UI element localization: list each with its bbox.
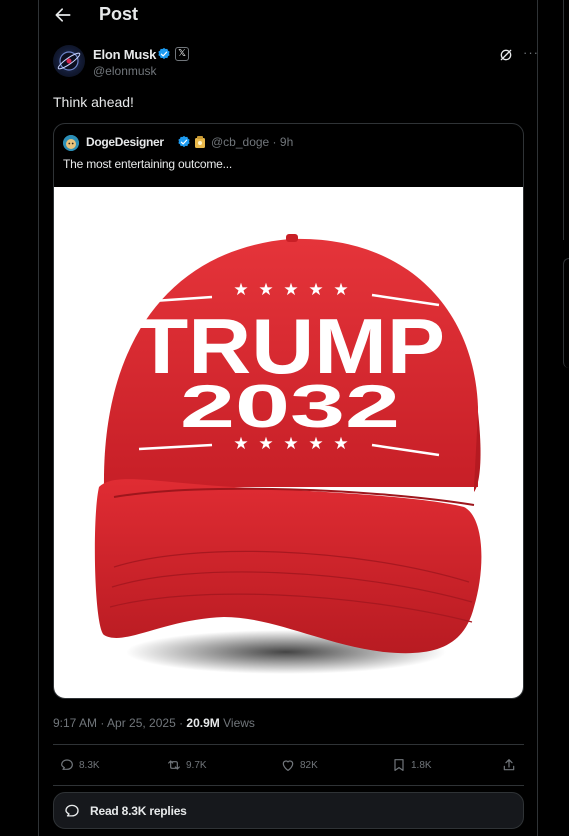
share-button[interactable] [501, 757, 517, 773]
repost-count: 9.7K [186, 759, 207, 771]
svg-text:★: ★ [233, 280, 248, 300]
post-timestamp[interactable]: 9:17 AM · Apr 25, 2025 · [53, 716, 186, 730]
author-handle[interactable]: @elonmusk [93, 64, 157, 78]
svg-text:★: ★ [333, 280, 348, 300]
svg-text:★: ★ [308, 280, 323, 300]
verified-badge-icon [158, 47, 170, 60]
post-meta: 9:17 AM · Apr 25, 2025 · 20.9M Views [53, 716, 255, 730]
quoted-author-name: DogeDesigner [86, 135, 164, 149]
grok-icon[interactable] [498, 47, 514, 63]
reply-button[interactable]: 8.3K [59, 757, 100, 773]
views-count: 20.9M [186, 716, 220, 730]
bookmark-icon [394, 759, 404, 771]
like-button[interactable]: 82K [280, 757, 318, 773]
divider [53, 744, 524, 745]
repost-icon [168, 760, 180, 770]
quoted-post-header: DogeDesigner @cb_doge · 9h [63, 134, 503, 152]
right-panel-edge [563, 0, 569, 240]
quoted-author-avatar [63, 135, 79, 151]
hat-text-line2: 2032 [180, 373, 400, 440]
avatar-image-icon [57, 51, 81, 71]
post-text: Think ahead! [53, 94, 134, 110]
author-avatar[interactable] [53, 45, 85, 77]
svg-text:★: ★ [258, 280, 273, 300]
red-hat-image: ★ ★ ★ ★ ★ ★ ★ ★ ★ ★ TRUMP 2032 [94, 234, 482, 674]
quoted-verified-badge-icon [178, 135, 190, 148]
bookmark-count: 1.8K [411, 759, 432, 771]
like-count: 82K [300, 759, 318, 771]
page-title: Post [99, 4, 139, 24]
read-replies-button[interactable]: Read 8.3K replies [53, 792, 524, 829]
like-icon [282, 760, 294, 771]
quoted-post-text: The most entertaining outcome... [63, 157, 233, 171]
quoted-post[interactable]: DogeDesigner @cb_doge · 9h The most ente… [53, 123, 524, 699]
reply-icon [61, 759, 73, 770]
back-arrow-icon[interactable] [53, 5, 73, 25]
reply-count: 8.3K [79, 759, 100, 771]
views-label: Views [219, 716, 255, 730]
replies-bubble-icon [65, 804, 79, 817]
more-icon[interactable]: ··· [523, 45, 539, 60]
quoted-post-image[interactable]: ★ ★ ★ ★ ★ ★ ★ ★ ★ ★ TRUMP 2032 [54, 187, 523, 698]
quoted-affiliate-emoji-icon [195, 136, 205, 148]
affiliate-x-badge[interactable]: 𝕏 [175, 47, 189, 61]
divider [53, 785, 524, 786]
action-bar: 8.3K 9.7K 82K 1.8K [53, 757, 524, 777]
svg-text:★: ★ [283, 280, 298, 300]
repost-button[interactable]: 9.7K [166, 757, 207, 773]
right-panel-card-edge [563, 258, 569, 368]
top-bar: Post [39, 0, 537, 30]
share-icon [503, 759, 515, 771]
quoted-author-handle: @cb_doge · 9h [211, 135, 294, 149]
post-column: Post Elon Musk 𝕏 @elonmusk ··· Think ahe… [38, 0, 538, 836]
post-author: Elon Musk 𝕏 @elonmusk ··· [53, 45, 538, 81]
read-replies-label: Read 8.3K replies [90, 804, 187, 818]
author-name[interactable]: Elon Musk [93, 47, 156, 62]
bookmark-button[interactable]: 1.8K [391, 757, 432, 773]
